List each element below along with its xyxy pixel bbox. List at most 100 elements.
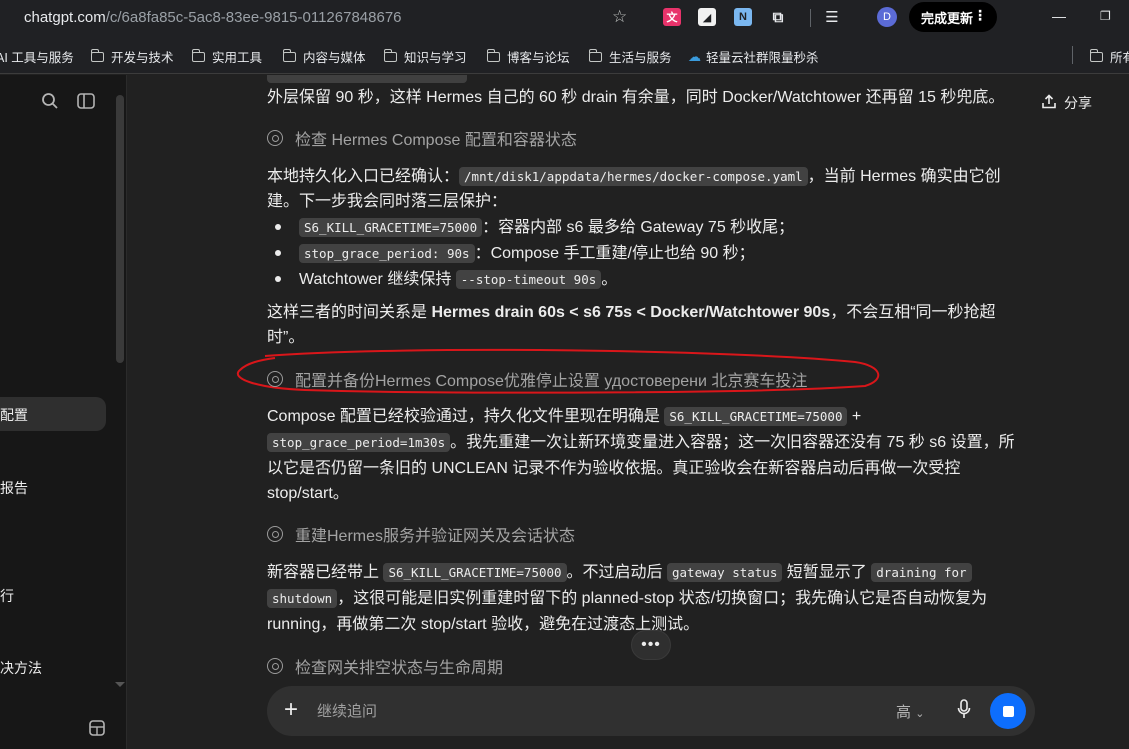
bookmark-utilities[interactable]: 实用工具	[191, 47, 262, 66]
sidebar-item-row[interactable]: 行	[0, 586, 14, 606]
sidebar-item-config[interactable]: 配置	[0, 405, 28, 425]
list-item: stop_grace_period: 90s ：Compose 手工重建/停止也给…	[299, 241, 755, 266]
plus-icon[interactable]: +	[284, 696, 298, 724]
bookmark-cloud-sale[interactable]: ☁ 轻量云社群限量秒杀	[688, 47, 819, 66]
text: 时”。	[267, 329, 305, 346]
bookmarks-divider	[1072, 46, 1073, 64]
n-extension-icon[interactable]: N	[734, 8, 752, 26]
inline-code: gateway status	[667, 563, 783, 582]
chevron-down-icon: ⌄	[915, 708, 925, 720]
sidebar-item-solution[interactable]: 决方法	[0, 658, 42, 678]
bookmark-label: 生活与服务	[609, 51, 672, 65]
text: 这样三者的时间关系是	[267, 304, 432, 321]
bookmark-life-services[interactable]: 生活与服务	[588, 47, 672, 66]
send-extension-icon[interactable]: ◢	[698, 8, 716, 26]
bookmark-star-icon[interactable]: ☆	[612, 7, 627, 27]
share-button[interactable]: 分享	[1042, 93, 1092, 113]
sidebar-item-label: 配置	[0, 407, 28, 423]
message-line: 建。下一步我会同时落三层保护：	[267, 189, 507, 214]
bookmark-label: 博客与论坛	[507, 51, 570, 65]
bookmark-label: 轻量云社群限量秒杀	[706, 51, 819, 65]
bookmark-label: 所有	[1110, 51, 1129, 65]
text: ，不会互相“同一秒抢超	[830, 304, 996, 321]
text: Watchtower 继续保持	[299, 271, 456, 288]
bookmark-ai-tools[interactable]: AI 工具与服务	[0, 47, 74, 66]
bookmark-dev-tech[interactable]: 开发与技术	[90, 47, 174, 66]
inline-code: draining for	[871, 563, 972, 582]
bookmark-content-media[interactable]: 内容与媒体	[282, 47, 366, 66]
menu-dots-icon[interactable]: ⋮	[973, 7, 987, 24]
sidebar-scrollbar[interactable]	[116, 95, 124, 363]
text: 建。下一步我会同时落三层保护：	[267, 193, 508, 210]
text: 外层保留 90 秒，这样 Hermes 自己的 60 秒 drain 有余量，同…	[267, 89, 1005, 106]
inline-code: S6_KILL_GRACETIME=75000	[299, 218, 483, 237]
message-line: stop/start。	[267, 481, 349, 506]
text: ，当前 Hermes 确实由它创	[807, 168, 1001, 185]
inline-code: stop_grace_period: 90s	[299, 244, 475, 263]
status-spinner-icon	[267, 130, 283, 146]
chat-input[interactable]	[317, 700, 817, 722]
text: 短暂显示了	[782, 564, 872, 581]
bold-text: Hermes drain 60s < s6 75s < Docker/Watch…	[431, 304, 831, 321]
folder-icon	[191, 48, 205, 62]
status-step[interactable]: 检查网关排空状态与生命周期	[267, 654, 503, 678]
url-host: chatgpt.com	[24, 9, 106, 26]
status-step[interactable]: 重建Hermes服务并验证网关及会话状态	[267, 522, 575, 546]
status-text: 重建Hermes服务并验证网关及会话状态	[295, 528, 576, 545]
message-composer: + 高 ⌄	[267, 686, 1035, 736]
grid-icon[interactable]	[89, 720, 105, 741]
bookmark-blogs[interactable]: 博客与论坛	[486, 47, 570, 66]
message-line: 本地持久化入口已经确认：/mnt/disk1/appdata/hermes/do…	[267, 164, 1001, 189]
status-spinner-icon	[267, 658, 283, 674]
stop-generating-button[interactable]	[990, 693, 1026, 729]
folder-icon	[486, 48, 500, 62]
text: 本地持久化入口已经确认：	[267, 168, 460, 185]
message-line: shutdown ，这很可能是旧实例重建时留下的 planned-stop 状态/…	[267, 586, 987, 611]
status-text: 检查 Hermes Compose 配置和容器状态	[295, 132, 577, 149]
model-selector[interactable]: 高 ⌄	[896, 701, 924, 722]
bookmarks-bar: AI 工具与服务 开发与技术 实用工具 内容与媒体 知识与学习 博客与论坛 生活…	[0, 36, 1129, 74]
message-line: 时”。	[267, 325, 304, 350]
inline-code: /mnt/disk1/appdata/hermes/docker-compose…	[459, 167, 808, 186]
bookmark-knowledge[interactable]: 知识与学习	[383, 47, 467, 66]
status-step[interactable]: 配置并备份Hermes Compose优雅停止设置 удостоверени 北…	[267, 367, 807, 391]
reading-list-icon[interactable]: ☰	[823, 8, 841, 26]
minimize-icon[interactable]: —	[1052, 8, 1066, 24]
more-options-button[interactable]: •••	[631, 630, 671, 660]
bookmark-label: 开发与技术	[111, 51, 174, 65]
microphone-icon[interactable]	[957, 699, 971, 724]
folder-icon	[282, 48, 296, 62]
extensions-puzzle-icon[interactable]: ⧉	[769, 8, 787, 26]
stop-icon	[1002, 705, 1014, 717]
address-bar[interactable]: chatgpt.com/c/6a8fa85c-5ac8-83ee-9815-01…	[24, 9, 402, 26]
search-icon[interactable]	[41, 92, 59, 115]
restore-icon[interactable]: ❐	[1100, 9, 1111, 23]
share-icon	[1042, 93, 1056, 113]
inline-code: S6_KILL_GRACETIME=75000	[383, 563, 567, 582]
bookmark-all[interactable]: 所有	[1089, 47, 1129, 66]
translate-extension-icon[interactable]: 文	[663, 8, 681, 26]
message-line: 外层保留 90 秒，这样 Hermes 自己的 60 秒 drain 有余量，同…	[267, 85, 1004, 110]
profile-avatar[interactable]: D	[877, 7, 897, 27]
chat-main: 分享 外层保留 90 秒，这样 Hermes 自己的 60 秒 drain 有余…	[128, 75, 1129, 749]
status-step[interactable]: 检查 Hermes Compose 配置和容器状态	[267, 126, 577, 150]
sidebar-item-label: 报告	[0, 480, 28, 496]
folder-icon	[1089, 48, 1103, 62]
text: 以它是否仍留一条旧的 UNCLEAN 记录不作为验收依据。真正验收会在新容器启动…	[267, 460, 961, 477]
toolbar-divider	[810, 9, 811, 27]
sidebar-item-report[interactable]: 报告	[0, 478, 28, 498]
scroll-down-arrow-icon[interactable]	[115, 682, 125, 687]
inline-code: S6_KILL_GRACETIME=75000	[664, 407, 848, 426]
status-text: 配置并备份Hermes Compose优雅停止设置 удостоверени 北…	[295, 373, 808, 390]
message-line: stop_grace_period=1m30s 。我先重建一次让新环境变量进入容器…	[267, 430, 1015, 455]
cutoff-line	[267, 75, 467, 83]
text: 。我先重建一次让新环境变量进入容器；这一次旧容器还没有 75 秒 s6 设置，所	[450, 434, 1015, 451]
message-line: 以它是否仍留一条旧的 UNCLEAN 记录不作为验收依据。真正验收会在新容器启动…	[267, 456, 960, 481]
bookmark-label: 内容与媒体	[303, 51, 366, 65]
text: 新容器已经带上	[267, 564, 384, 581]
status-spinner-icon	[267, 526, 283, 542]
update-button[interactable]: 完成更新 ⋮	[909, 2, 997, 32]
cutoff-code-block	[267, 75, 467, 83]
sidebar-toggle-icon[interactable]	[77, 93, 95, 114]
message-line: running，再做第二次 stop/start 验收，避免在过渡态上测试。	[267, 612, 699, 637]
